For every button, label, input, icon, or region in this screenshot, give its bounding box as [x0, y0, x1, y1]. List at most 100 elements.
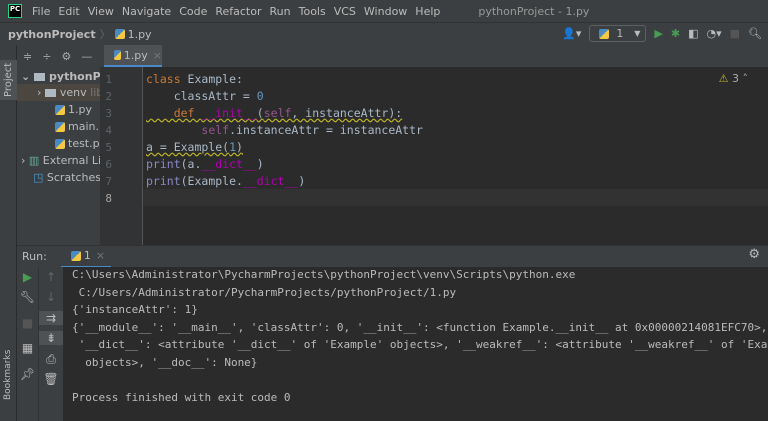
chevron-down-icon: ▼ [634, 29, 641, 38]
run-toolbar-right: ↑ ↓ ⇉ ⇟ ⎙ 🗑︎ [39, 267, 63, 421]
collapse-all-icon[interactable]: ÷ [42, 50, 51, 63]
print-icon[interactable]: ⎙ [39, 352, 63, 367]
coverage-icon[interactable]: ◧ [688, 27, 698, 40]
code-token: (Example. [180, 174, 243, 188]
tab-label: 1.py [123, 48, 148, 62]
menu-tools[interactable]: Tools [299, 5, 326, 18]
debug-icon[interactable]: ✱ [671, 27, 680, 40]
tree-suffix: libr [90, 86, 100, 99]
console-line: {'instanceAttr': 1} [72, 303, 198, 316]
menu-navigate[interactable]: Navigate [122, 5, 171, 18]
line-number: 4 [105, 124, 112, 137]
tree-item-project[interactable]: ⌄ pythonProject [21, 68, 100, 85]
menu-bar: PC File Edit View Navigate Code Refactor… [0, 0, 768, 22]
line-number: 1 [105, 73, 112, 86]
tree-item-1py[interactable]: 1.py [51, 101, 92, 118]
menu-file[interactable]: File [32, 5, 50, 18]
gear-icon[interactable]: ⚙ [748, 247, 760, 262]
tree-item-testpy[interactable]: test.py [51, 135, 100, 152]
code-token: 1 [229, 140, 237, 154]
code-token: ) [236, 140, 243, 154]
project-tool-tab[interactable]: Project [0, 60, 17, 100]
profile-icon[interactable]: ◔▾ [707, 27, 722, 40]
menu-vcs[interactable]: VCS [334, 5, 356, 18]
code-line: def __init__(self, instanceAttr): [146, 105, 403, 122]
tree-item-mainpy[interactable]: main.py [51, 118, 100, 135]
pycharm-logo: PC [8, 4, 22, 18]
tab-1py[interactable]: 1.py × [104, 45, 162, 67]
code-token: def [146, 106, 202, 120]
folder-icon [34, 73, 46, 81]
run-tab-1[interactable]: 1 × [60, 246, 112, 268]
code-token: Example: [187, 72, 243, 86]
code-editor[interactable]: class Example: classAttr = 0 def __init_… [143, 67, 768, 245]
code-line: print(Example.__dict__) [146, 173, 305, 190]
line-number: 5 [105, 141, 112, 154]
rerun-icon[interactable]: ▶ [17, 270, 38, 284]
hide-icon[interactable]: — [81, 50, 92, 63]
menu-run[interactable]: Run [270, 5, 291, 18]
pin-icon[interactable]: 📌︎ [17, 367, 38, 381]
python-icon [599, 28, 610, 39]
tree-item-venv[interactable]: › venv libr [17, 84, 100, 101]
tree-label: test.py [68, 137, 100, 150]
line-number: 6 [105, 158, 112, 171]
trash-icon[interactable]: 🗑︎ [39, 372, 63, 386]
code-line: self.instanceAttr = instanceAttr [146, 122, 423, 139]
menu-edit[interactable]: Edit [58, 5, 79, 18]
menu-window[interactable]: Window [364, 5, 407, 18]
python-file-icon [55, 122, 65, 132]
wrench-icon[interactable]: 🔧︎ [17, 290, 38, 304]
line-number: 3 [105, 107, 112, 120]
arrow-down-icon[interactable]: ↓ [39, 290, 63, 304]
close-icon[interactable]: × [153, 49, 162, 62]
warning-count: 3 [732, 72, 739, 85]
editor-tabs: 1.py × [100, 45, 768, 67]
tree-label: Scratches and Consoles [46, 171, 100, 184]
code-token: self [263, 106, 292, 120]
warning-icon: ⚠ [718, 72, 729, 85]
breadcrumb-project[interactable]: pythonProject [8, 28, 96, 41]
python-icon [70, 250, 81, 261]
user-icon[interactable]: 👤▾ [562, 27, 581, 40]
run-console-output[interactable]: C:\Users\Administrator\PycharmProjects\p… [63, 267, 768, 421]
console-line: {'__module__': '__main__', 'classAttr': … [72, 320, 768, 334]
tree-label: 1.py [68, 103, 92, 116]
expand-all-icon[interactable]: ≑ [23, 50, 32, 63]
tree-item-external-libraries[interactable]: › ▥ External Libraries [21, 152, 100, 169]
chevron-right-icon: › [37, 86, 45, 99]
python-file-icon [114, 29, 125, 39]
stop-icon[interactable]: ■ [17, 316, 38, 330]
scroll-to-end-icon[interactable]: ⇟ [39, 331, 63, 345]
soft-wrap-icon[interactable]: ⇉ [39, 311, 63, 325]
warnings-indicator[interactable]: ⚠ 3 ˄ [719, 72, 748, 85]
code-token: class [146, 72, 188, 86]
code-line: classAttr = 0 [146, 88, 264, 105]
menu-code[interactable]: Code [179, 5, 207, 18]
menu-view[interactable]: View [88, 5, 114, 18]
code-line: class Example: [146, 71, 243, 88]
code-token: __dict__ [242, 174, 299, 188]
gear-icon[interactable]: ⚙ [61, 50, 71, 63]
run-icon[interactable]: ▶ [654, 27, 662, 40]
menu-help[interactable]: Help [415, 5, 440, 18]
console-line: Process finished with exit code 0 [72, 390, 291, 404]
menu-refactor[interactable]: Refactor [215, 5, 261, 18]
layout-icon[interactable]: ▦ [17, 341, 38, 355]
arrow-up-icon[interactable]: ↑ [39, 270, 63, 284]
bookmarks-tool-tab[interactable]: Bookmarks [0, 350, 17, 400]
chevron-right-icon: › [21, 154, 29, 167]
search-icon[interactable]: 🔍︎ [748, 27, 762, 40]
stop-icon[interactable]: ■ [730, 27, 740, 40]
code-token: .instanceAttr = instanceAttr [229, 123, 423, 137]
line-gutter: 1 2 3 4 5 6 7 8 [100, 67, 143, 245]
console-line: C:\Users\Administrator\PycharmProjects\p… [72, 268, 576, 281]
breadcrumb-file[interactable]: 1.py [128, 28, 152, 41]
code-token: self [201, 123, 230, 137]
tree-item-scratches[interactable]: ◳ Scratches and Consoles [33, 169, 100, 186]
code-token: ( [256, 106, 264, 120]
code-token: , instanceAttr): [291, 106, 403, 120]
close-icon[interactable]: × [96, 249, 105, 262]
run-config-select[interactable]: 1 ▼ [589, 25, 647, 42]
